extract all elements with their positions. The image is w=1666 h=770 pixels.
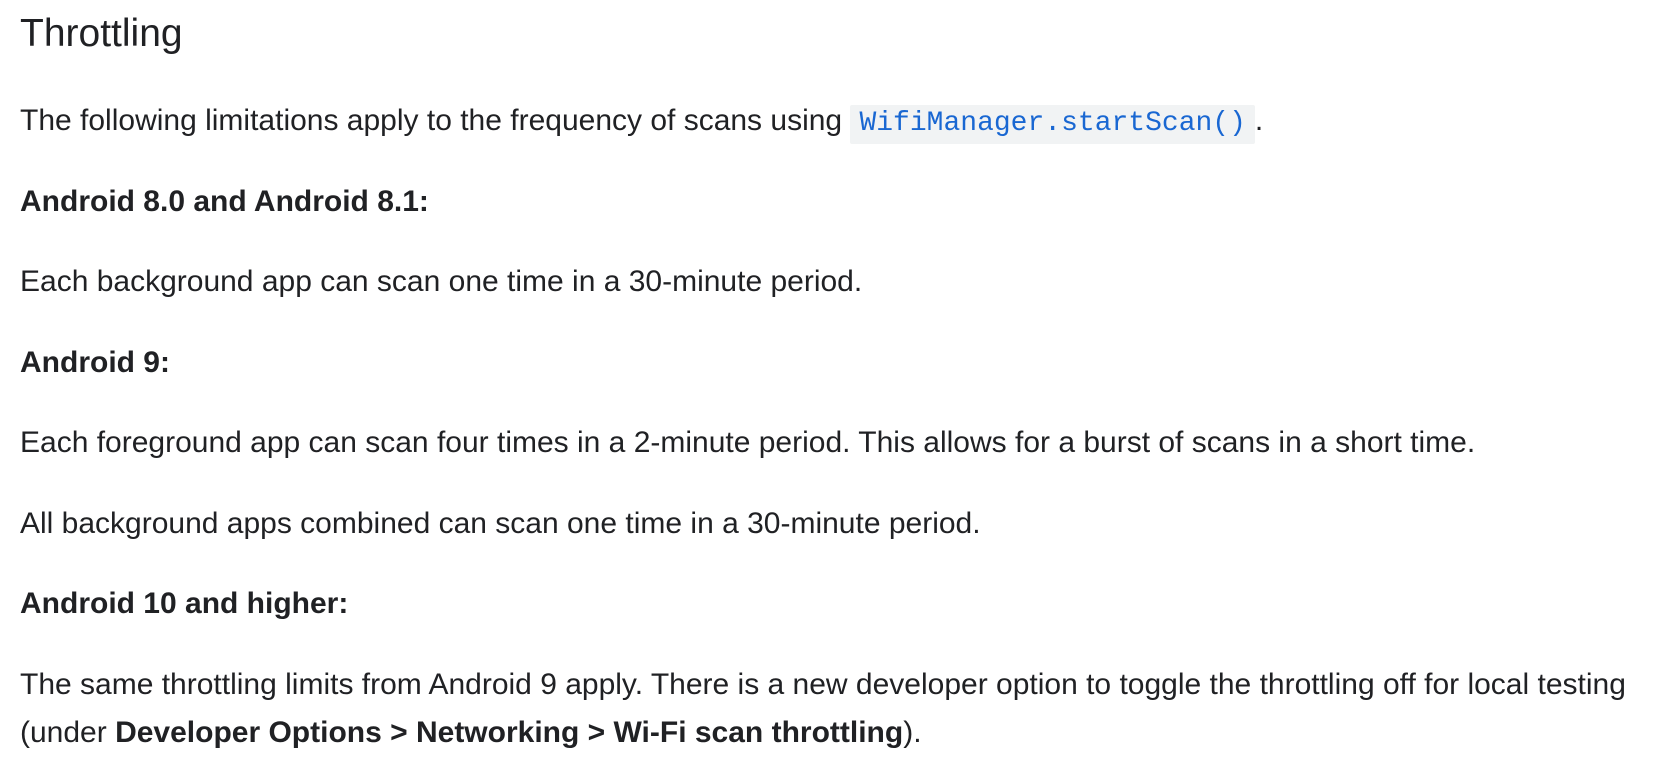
intro-text: The following limitations apply to the f… bbox=[20, 104, 851, 137]
intro-paragraph: The following limitations apply to the f… bbox=[20, 97, 1263, 148]
paragraph-android-9-background: All background apps combined can scan on… bbox=[20, 507, 981, 540]
setting-path: Developer Options > Networking > Wi-Fi s… bbox=[115, 716, 904, 749]
intro-period: . bbox=[1254, 104, 1264, 137]
code-startscan: WifiManager.startScan() bbox=[850, 105, 1255, 144]
document-content: Throttling The following limitations app… bbox=[0, 0, 1666, 770]
paragraph-android-9-foreground: Each foreground app can scan four times … bbox=[20, 426, 1476, 459]
heading-android-10: Android 10 and higher: bbox=[20, 587, 349, 620]
paragraph-android-10: The same throttling limits from Android … bbox=[20, 661, 1650, 757]
section-heading-throttling: Throttling bbox=[20, 12, 183, 55]
paragraph-android-8: Each background app can scan one time in… bbox=[20, 265, 863, 298]
android-10-closing: ). bbox=[903, 716, 922, 749]
heading-android-8: Android 8.0 and Android 8.1: bbox=[20, 185, 429, 218]
heading-android-9: Android 9: bbox=[20, 346, 170, 379]
